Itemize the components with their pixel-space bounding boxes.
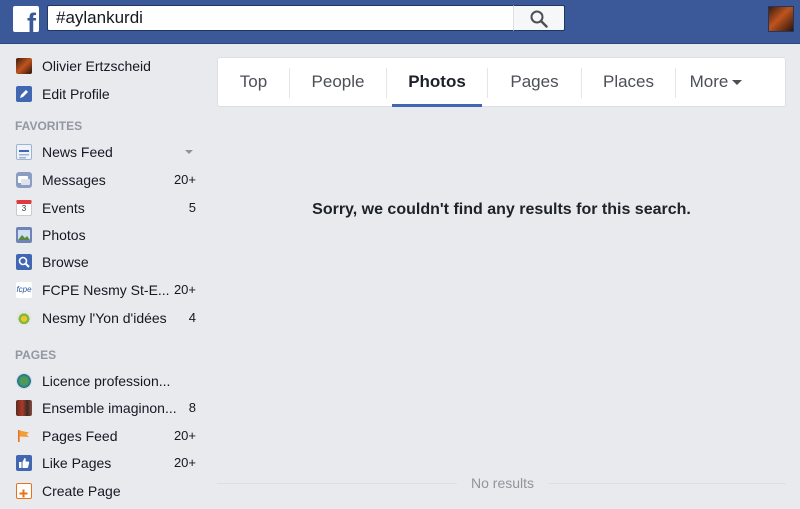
messages-count: 20+ <box>173 172 196 187</box>
tab-divider <box>386 68 387 98</box>
facebook-logo[interactable]: f <box>13 6 39 32</box>
photos-icon <box>16 227 32 243</box>
tab-pages[interactable]: Pages <box>488 58 581 106</box>
tab-top[interactable]: Top <box>218 58 289 106</box>
sidebar-item-news-feed[interactable]: News Feed <box>16 141 196 163</box>
no-results-label: No results <box>457 475 549 491</box>
chevron-down-icon <box>732 80 743 86</box>
nesmy-count: 4 <box>188 310 196 325</box>
tab-places[interactable]: Places <box>582 58 675 106</box>
pencil-icon <box>16 86 32 102</box>
tab-more[interactable]: More <box>676 58 756 106</box>
fcpe-group-icon: fcpe <box>16 282 32 298</box>
tab-people[interactable]: People <box>290 58 386 106</box>
empty-results-message: Sorry, we couldn't find any results for … <box>312 201 691 218</box>
create-page-icon <box>16 483 32 499</box>
search-button[interactable] <box>513 5 565 31</box>
ensemble-page-icon <box>16 400 32 416</box>
search-filter-tabs: Top People Photos Pages Places More <box>217 57 786 107</box>
sidebar-edit-profile[interactable]: Edit Profile <box>16 83 196 105</box>
news-feed-icon <box>16 144 32 160</box>
like-pages-count: 20+ <box>173 455 196 470</box>
sidebar-item-browse[interactable]: Browse <box>16 251 196 273</box>
sidebar-item-nesmy-group[interactable]: Nesmy l'Yon d'idées 4 <box>16 307 196 329</box>
tab-photos[interactable]: Photos <box>392 58 482 107</box>
user-avatar[interactable] <box>768 6 794 32</box>
top-bar: f <box>0 0 800 44</box>
sidebar-item-pages-feed[interactable]: Pages Feed 20+ <box>16 425 196 447</box>
sidebar-item-fcpe-group[interactable]: fcpe FCPE Nesmy St-E... 20+ <box>16 279 196 301</box>
licence-page-icon <box>16 373 32 389</box>
tab-more-label: More <box>689 72 729 91</box>
pages-feed-icon <box>16 428 32 444</box>
sidebar-item-create-page[interactable]: Create Page <box>16 480 196 502</box>
like-pages-icon <box>16 455 32 471</box>
pages-header: PAGES <box>15 348 57 362</box>
sidebar-item-messages[interactable]: Messages 20+ <box>16 169 196 191</box>
events-count: 5 <box>188 200 196 215</box>
profile-avatar <box>16 58 32 74</box>
profile-name: Olivier Ertzscheid <box>42 58 151 74</box>
fcpe-count: 20+ <box>173 282 196 297</box>
nesmy-group-icon <box>16 310 32 326</box>
chevron-down-icon[interactable] <box>185 150 193 154</box>
sidebar-item-photos[interactable]: Photos <box>16 224 196 246</box>
sidebar-item-licence-page[interactable]: Licence profession... <box>16 370 196 392</box>
sidebar-item-like-pages[interactable]: Like Pages 20+ <box>16 452 196 474</box>
browse-icon <box>16 254 32 270</box>
pages-feed-count: 20+ <box>173 428 196 443</box>
messages-icon <box>16 172 32 188</box>
sidebar-item-ensemble-page[interactable]: Ensemble imaginon... 8 <box>16 397 196 419</box>
search-input[interactable] <box>47 5 513 31</box>
favorites-header: FAVORITES <box>15 119 83 133</box>
events-icon: 3 <box>16 200 32 216</box>
sidebar-profile-link[interactable]: Olivier Ertzscheid <box>16 55 196 77</box>
sidebar-item-events[interactable]: 3 Events 5 <box>16 197 196 219</box>
ensemble-count: 8 <box>188 400 196 415</box>
search-icon <box>530 10 548 28</box>
